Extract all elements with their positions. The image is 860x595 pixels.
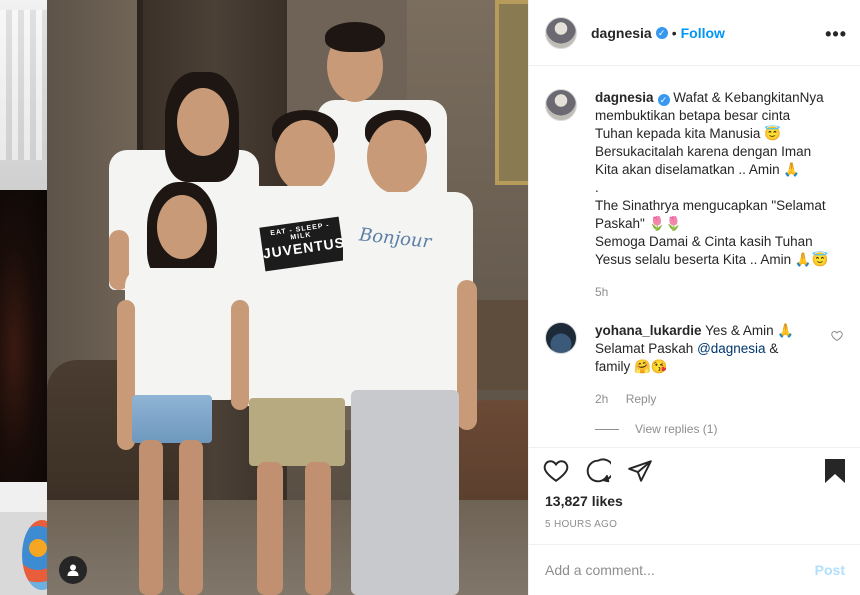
boy1-shorts (249, 398, 345, 466)
boy2-pants (351, 390, 459, 595)
commenter-avatar[interactable] (545, 322, 577, 354)
previous-post-preview[interactable] (0, 0, 47, 595)
comment-text: yohana_lukardie Yes & Amin 🙏 Selamat Pas… (595, 322, 815, 408)
separator-dot: • (671, 24, 677, 41)
comment-composer: Post (529, 544, 860, 595)
post-comment-button[interactable]: Post (815, 562, 845, 578)
author-avatar[interactable] (545, 16, 577, 49)
girl-head (157, 195, 207, 259)
boy2-shirt (343, 192, 473, 397)
preview-top-image (0, 0, 47, 190)
share-send-icon[interactable] (627, 458, 653, 484)
follow-button[interactable]: Follow (681, 25, 725, 41)
caption-username[interactable]: dagnesia (595, 90, 654, 105)
bookmark-icon[interactable] (823, 458, 847, 484)
caption-time[interactable]: 5h (595, 285, 608, 299)
verified-badge-icon: ✓ (655, 26, 668, 39)
comments-section: dagnesia ✓ Wafat & KebangkitanNya membukt… (529, 67, 860, 447)
comment-icon[interactable] (585, 458, 611, 484)
post-photo[interactable]: EAT - SLEEP - MILK JUVENTUS Bonjour (47, 0, 528, 595)
tagged-users-button[interactable] (59, 556, 87, 584)
boy1-head (275, 120, 335, 192)
user-icon (67, 564, 79, 576)
like-comment-heart-icon[interactable] (831, 330, 843, 342)
boy2-head (367, 120, 427, 194)
post-side-panel: dagnesia ✓ • Follow ••• dagnesia ✓ Wafat … (528, 0, 860, 595)
preview-gap (0, 482, 47, 512)
comment-input[interactable] (545, 562, 815, 578)
view-replies-button[interactable]: View replies (1) (595, 422, 717, 436)
verified-badge-icon: ✓ (657, 94, 670, 106)
post-time[interactable]: 5 HOURS AGO (545, 519, 617, 530)
like-heart-icon[interactable] (543, 458, 569, 484)
author-username[interactable]: dagnesia (591, 25, 652, 41)
post-actions: 13,827 likes 5 HOURS AGO (529, 447, 860, 547)
caption-avatar[interactable] (545, 89, 577, 121)
preview-dark-image (0, 190, 47, 482)
comment-meta: 2h Reply (595, 390, 815, 408)
likes-count[interactable]: 13,827 likes (545, 493, 623, 509)
caption-meta: 5h (595, 283, 845, 301)
reply-button[interactable]: Reply (626, 392, 657, 406)
wall-picture-frame (495, 0, 528, 185)
commenter-username[interactable]: yohana_lukardie (595, 323, 702, 338)
mother-head (177, 88, 229, 156)
girl-shirt (125, 268, 235, 400)
mention-link[interactable]: @dagnesia (697, 341, 766, 356)
girl-shorts (132, 395, 212, 443)
more-options-icon[interactable]: ••• (825, 24, 847, 45)
comment-time[interactable]: 2h (595, 392, 608, 406)
caption-text: dagnesia ✓ Wafat & KebangkitanNya membukt… (595, 89, 845, 301)
preview-bottom-image (0, 512, 47, 595)
post-header: dagnesia ✓ • Follow ••• (529, 0, 860, 66)
